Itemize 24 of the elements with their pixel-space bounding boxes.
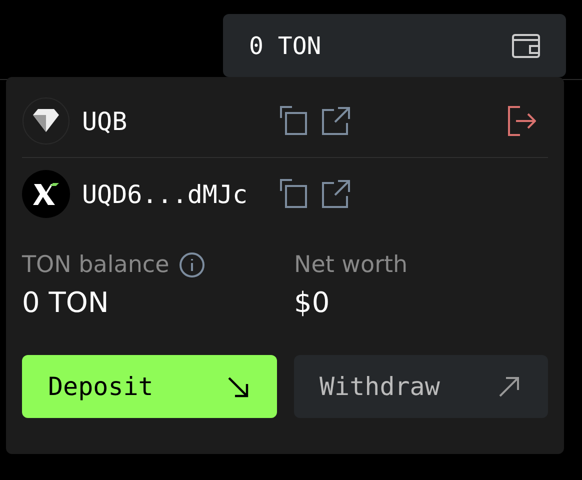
arrow-down-right-icon (226, 376, 248, 398)
x-logo-icon (22, 170, 70, 218)
withdraw-button[interactable]: Withdraw (294, 355, 548, 418)
stat-label: Net worth (294, 252, 408, 278)
external-link-icon (322, 107, 350, 135)
stat-value: $0 (294, 286, 331, 319)
wallet-icon (512, 34, 540, 58)
wallet-button[interactable]: 0 TON (223, 14, 566, 77)
copy-button[interactable] (278, 104, 310, 138)
wallet-address: UQB (82, 106, 128, 136)
copy-button[interactable] (278, 177, 310, 211)
open-link-button[interactable] (320, 105, 352, 137)
arrow-up-right-icon (498, 376, 520, 398)
logout-button[interactable] (506, 104, 538, 138)
diamond-logo-icon (22, 97, 70, 145)
stat-label: TON balance (22, 252, 170, 278)
copy-icon (280, 106, 308, 136)
logout-icon (508, 106, 536, 136)
open-link-button[interactable] (320, 178, 352, 210)
copy-icon (280, 179, 308, 209)
deposit-button[interactable]: Deposit (22, 355, 276, 418)
stat-value: 0 TON (22, 286, 110, 319)
external-link-icon (322, 180, 350, 208)
wallet-address: UQD6...dMJc (82, 180, 249, 208)
